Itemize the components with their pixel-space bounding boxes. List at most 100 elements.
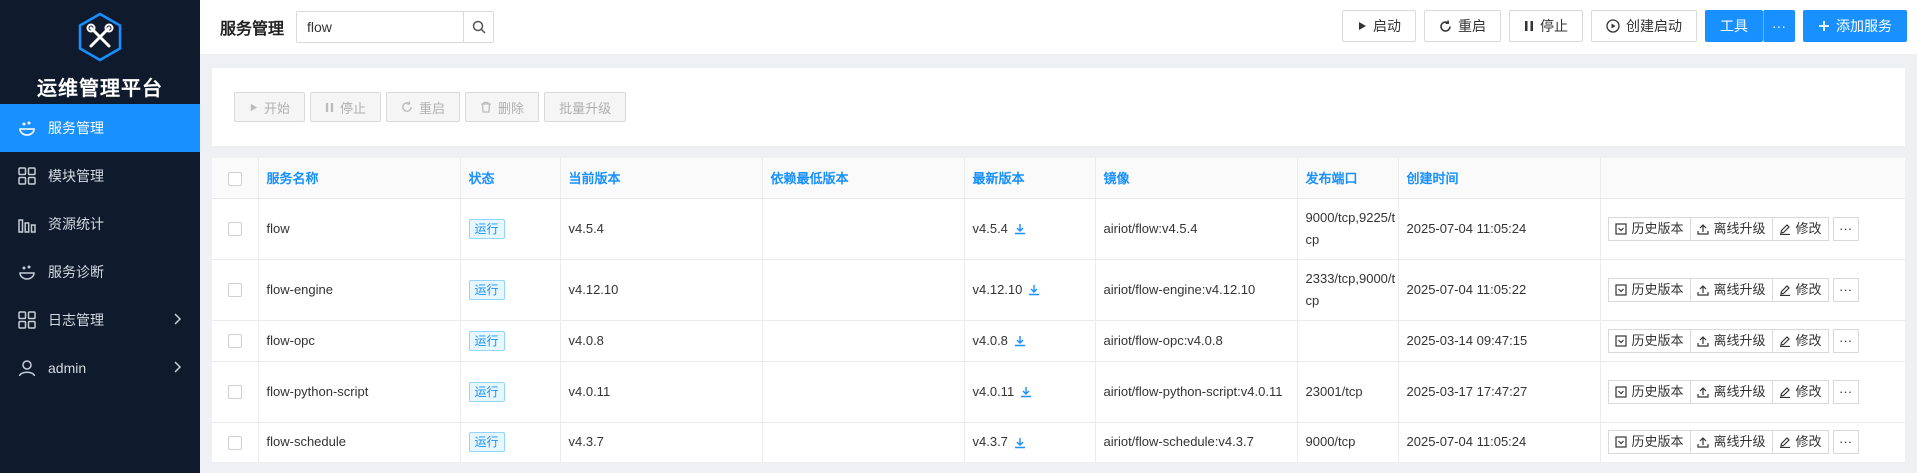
sidebar-item-label: 日志管理 (48, 312, 104, 328)
add-service-button[interactable]: 添加服务 (1803, 10, 1907, 42)
pause-icon (325, 102, 334, 112)
download-icon[interactable] (1020, 386, 1032, 398)
sidebar-item-label: admin (48, 360, 87, 376)
latest-version: v4.0.11 (972, 383, 1015, 399)
edit-button[interactable]: 修改 (1771, 328, 1829, 353)
history-version-button[interactable]: 历史版本 (1607, 379, 1691, 404)
download-icon[interactable] (1014, 223, 1026, 235)
batch-restart-button[interactable]: 重启 (386, 92, 461, 122)
user-icon (16, 357, 38, 379)
trash-icon (481, 101, 492, 113)
column-header-created[interactable]: 创建时间 (1398, 158, 1601, 199)
sidebar-item-service-management[interactable]: 服务管理 (0, 104, 200, 152)
upload-icon (1696, 386, 1709, 398)
restart-button[interactable]: 重启 (1424, 10, 1501, 42)
edit-button[interactable]: 修改 (1771, 277, 1829, 302)
row-checkbox[interactable] (227, 385, 242, 400)
latest-version: v4.12.10 (972, 281, 1023, 297)
history-version-button[interactable]: 历史版本 (1607, 328, 1691, 353)
row-checkbox[interactable] (227, 222, 242, 237)
offline-upgrade-label: 离线升级 (1713, 383, 1766, 399)
row-actions: 历史版本 离线升级 修改 ··· (1607, 277, 1905, 302)
image: airiot/flow:v4.5.4 (1095, 198, 1298, 260)
column-header-name[interactable]: 服务名称 (258, 158, 461, 199)
history-version-button[interactable]: 历史版本 (1607, 430, 1691, 454)
sidebar-item-label: 模块管理 (48, 168, 104, 184)
start-button[interactable]: 启动 (1342, 10, 1416, 42)
column-header-min-dependency[interactable]: 依赖最低版本 (762, 158, 965, 199)
ports: 9000/tcp (1297, 422, 1399, 462)
history-version-button[interactable]: 历史版本 (1607, 277, 1691, 302)
sidebar-item-service-diagnosis[interactable]: 服务诊断 (0, 248, 200, 296)
offline-upgrade-button[interactable]: 离线升级 (1689, 430, 1773, 454)
offline-upgrade-button[interactable]: 离线升级 (1689, 328, 1773, 353)
column-header-current-version[interactable]: 当前版本 (560, 158, 763, 199)
offline-upgrade-button[interactable]: 离线升级 (1689, 216, 1773, 241)
column-header-image[interactable]: 镜像 (1095, 158, 1298, 199)
create-start-button[interactable]: 创建启动 (1591, 10, 1697, 42)
offline-upgrade-label: 离线升级 (1713, 434, 1766, 449)
row-checkbox[interactable] (227, 334, 242, 349)
sidebar-item-module-management[interactable]: 模块管理 (0, 152, 200, 200)
reload-icon (1440, 19, 1451, 32)
service-name[interactable]: flow-schedule (258, 422, 461, 462)
history-version-button[interactable]: 历史版本 (1607, 216, 1691, 241)
sidebar-item-resource-stats[interactable]: 资源统计 (0, 200, 200, 248)
batch-delete-button[interactable]: 删除 (465, 92, 540, 122)
search-input[interactable] (297, 12, 464, 42)
more-button[interactable]: ··· (1832, 216, 1859, 241)
search-button[interactable] (463, 12, 493, 42)
header: 服务管理 启动 重启 停止 创建启动 工具 ··· 添加服务 (200, 0, 1917, 54)
services-table: 服务名称 状态 当前版本 依赖最低版本 最新版本 镜像 发布端口 创建时间 fl… (212, 158, 1905, 462)
ports: 2333/tcp,9000/tcp (1297, 259, 1399, 321)
more-button[interactable]: ··· (1832, 328, 1859, 353)
offline-upgrade-button[interactable]: 离线升级 (1689, 277, 1773, 302)
more-button[interactable]: ··· (1832, 379, 1859, 404)
service-name[interactable]: flow-opc (258, 320, 461, 362)
stop-button[interactable]: 停止 (1509, 10, 1583, 42)
tools-more-button[interactable]: ··· (1763, 10, 1795, 42)
column-header-actions (1600, 158, 1905, 199)
offline-upgrade-button[interactable]: 离线升级 (1689, 379, 1773, 404)
row-checkbox[interactable] (227, 435, 242, 450)
service-name[interactable]: flow (258, 198, 461, 260)
select-all-checkbox[interactable] (227, 171, 242, 186)
pause-icon (1525, 21, 1533, 31)
edit-button[interactable]: 修改 (1771, 216, 1829, 241)
upload-icon (1696, 284, 1709, 296)
more-button[interactable]: ··· (1832, 277, 1859, 302)
service-name[interactable]: flow-engine (258, 259, 461, 321)
min-dependency-version (762, 320, 965, 362)
download-icon[interactable] (1028, 284, 1040, 296)
sidebar-item-label: 服务管理 (48, 120, 104, 136)
sidebar-item-admin[interactable]: admin (0, 344, 200, 392)
column-header-latest-version[interactable]: 最新版本 (964, 158, 1096, 199)
min-dependency-version (762, 259, 965, 321)
row-checkbox[interactable] (227, 283, 242, 298)
batch-start-button[interactable]: 开始 (234, 92, 306, 122)
batch-stop-label: 停止 (340, 100, 367, 116)
batch-upgrade-button[interactable]: 批量升级 (544, 92, 627, 122)
row-actions: 历史版本 离线升级 修改 ··· (1607, 430, 1905, 454)
batch-stop-button[interactable]: 停止 (310, 92, 382, 122)
column-header-status[interactable]: 状态 (460, 158, 561, 199)
download-icon[interactable] (1014, 437, 1026, 449)
download-icon[interactable] (1014, 335, 1026, 347)
created-time: 2025-07-04 11:05:22 (1398, 259, 1601, 321)
batch-start-label: 开始 (264, 100, 291, 116)
created-time: 2025-03-14 09:47:15 (1398, 320, 1601, 362)
sidebar-item-log-management[interactable]: 日志管理 (0, 296, 200, 344)
grid-icon (16, 309, 38, 331)
sidebar-item-label: 资源统计 (48, 216, 104, 232)
tools-button[interactable]: 工具 (1705, 10, 1763, 42)
ports: 9000/tcp,9225/tcp (1297, 198, 1399, 260)
service-name[interactable]: flow-python-script (258, 361, 461, 423)
more-button[interactable]: ··· (1832, 430, 1859, 454)
add-service-button-label: 添加服务 (1836, 18, 1892, 34)
logo-icon (78, 12, 122, 62)
edit-button[interactable]: 修改 (1771, 379, 1829, 404)
logo-area: 运维管理平台 (0, 0, 200, 104)
min-dependency-version (762, 422, 965, 462)
edit-button[interactable]: 修改 (1771, 430, 1829, 454)
column-header-ports[interactable]: 发布端口 (1297, 158, 1399, 199)
